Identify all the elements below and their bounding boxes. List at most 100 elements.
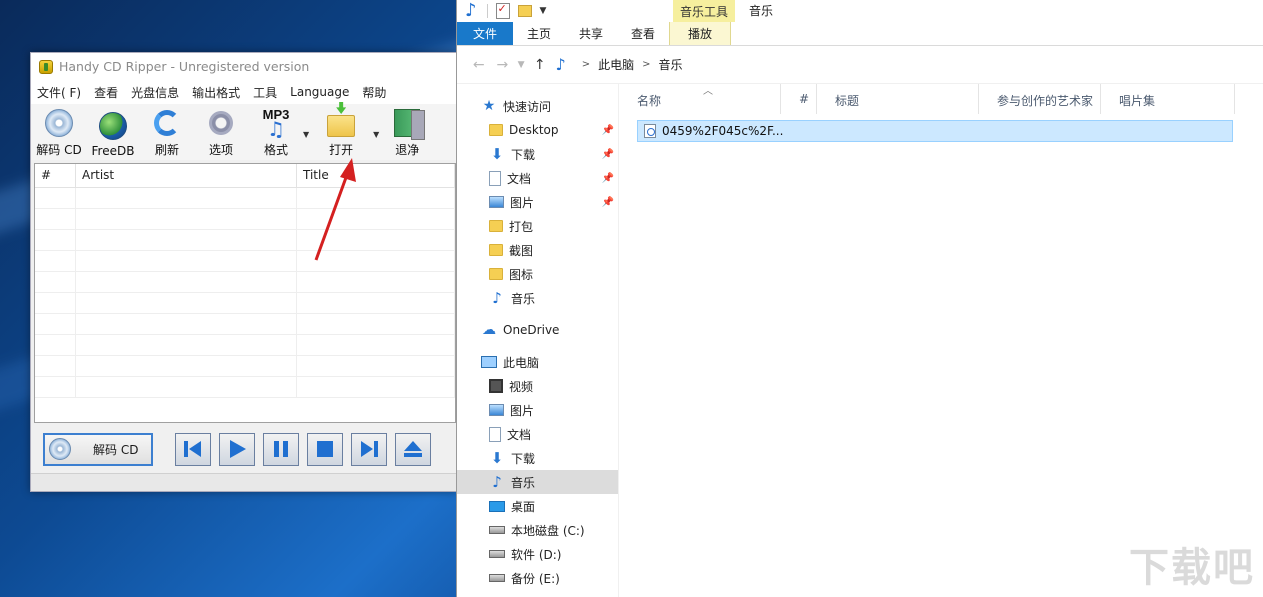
tab-view[interactable]: 查看 (617, 22, 669, 45)
dropdown-arrow-icon[interactable]: ▼ (514, 60, 528, 70)
table-row[interactable] (35, 335, 455, 356)
chevron-right-icon[interactable]: > (582, 59, 590, 70)
chevron-right-icon[interactable]: > (642, 59, 650, 70)
nav-quick-access[interactable]: ★ 快速访问 (457, 94, 618, 118)
nav-this-pc[interactable]: 此电脑 (457, 350, 618, 374)
file-item[interactable]: 0459%2F045c%2F... (637, 120, 1233, 142)
next-track-button[interactable] (351, 432, 387, 466)
table-row[interactable] (35, 314, 455, 335)
column-album[interactable]: 唱片集 (1101, 84, 1235, 114)
navigation-pane: ★ 快速访问 Desktop 📌 ⬇ 下载 📌 文档 📌 图片 📌 打包 截图 图标 ♪ 音乐 ☁ One… (457, 84, 619, 597)
column-title[interactable]: Title (297, 164, 455, 187)
properties-icon[interactable] (495, 2, 510, 19)
nav-item[interactable]: 打包 (457, 214, 618, 238)
pause-button[interactable] (263, 432, 299, 466)
eject-button[interactable] (395, 432, 431, 466)
play-button[interactable] (219, 432, 255, 466)
nav-item[interactable]: 图片 📌 (457, 190, 618, 214)
tab-share[interactable]: 共享 (565, 22, 617, 45)
column-artist[interactable]: Artist (76, 164, 297, 187)
format-button[interactable]: MP3 ♫ 格式 (249, 106, 303, 158)
stop-button[interactable] (307, 432, 343, 466)
menu-disc-info[interactable]: 光盘信息 (131, 84, 179, 101)
nav-label: 截图 (509, 243, 534, 258)
column-track-number[interactable]: # (781, 84, 817, 114)
menu-output-format[interactable]: 输出格式 (192, 84, 240, 101)
nav-item[interactable]: 桌面 (457, 494, 618, 518)
column-number[interactable]: # (35, 164, 76, 187)
up-arrow-icon[interactable]: ↑ (528, 57, 552, 73)
nav-item[interactable]: ⬇ 下载 (457, 446, 618, 470)
open-label: 打开 (329, 143, 354, 157)
table-row[interactable] (35, 272, 455, 293)
pin-icon: 📌 (601, 148, 614, 160)
picture-icon (489, 404, 504, 416)
forward-arrow-icon[interactable]: → (491, 57, 515, 73)
nav-item[interactable]: 图标 (457, 262, 618, 286)
column-title[interactable]: 标题 (817, 84, 979, 114)
nav-item[interactable]: 本地磁盘 (C:) (457, 518, 618, 542)
nav-onedrive[interactable]: ☁ OneDrive (457, 318, 618, 342)
nav-item[interactable]: 文档 (457, 422, 618, 446)
cell (297, 251, 455, 271)
music-tools-group: 音乐工具 (673, 0, 735, 22)
open-button[interactable]: 打开 (309, 106, 373, 158)
nav-item[interactable]: ⬇ 下载 📌 (457, 142, 618, 166)
explorer-titlebar[interactable]: ♪ ▼ 音乐工具 音乐 (457, 0, 1263, 22)
menu-view[interactable]: 查看 (94, 84, 118, 101)
nav-item[interactable]: 软件 (D:) (457, 542, 618, 566)
status-bar (31, 473, 456, 491)
table-row[interactable] (35, 188, 455, 209)
tab-file[interactable]: 文件 (457, 22, 513, 45)
nav-item[interactable]: 截图 (457, 238, 618, 262)
previous-track-button[interactable] (175, 432, 211, 466)
address-bar[interactable]: ♪ > 此电脑 > 音乐 (555, 53, 1263, 77)
table-row[interactable] (35, 209, 455, 230)
table-row[interactable] (35, 230, 455, 251)
hcd-titlebar[interactable]: Handy CD Ripper - Unregistered version (31, 53, 456, 80)
nav-item[interactable]: ♪ 音乐 (457, 286, 618, 310)
cell (76, 188, 297, 208)
menu-file[interactable]: 文件( F) (37, 84, 81, 101)
nav-label: 图标 (509, 267, 534, 282)
refresh-button[interactable]: 刷新 (141, 106, 193, 158)
refresh-label: 刷新 (154, 143, 179, 157)
picture-icon (489, 196, 504, 208)
nav-label: OneDrive (503, 323, 560, 337)
table-row[interactable] (35, 251, 455, 272)
tab-home[interactable]: 主页 (513, 22, 565, 45)
nav-item[interactable]: 图片 (457, 398, 618, 422)
menu-help[interactable]: 帮助 (362, 84, 386, 101)
nav-item[interactable]: 备份 (E:) (457, 566, 618, 590)
customize-dropdown-icon[interactable]: ▼ (540, 6, 547, 16)
exit-button[interactable]: 退净 (379, 106, 435, 158)
format-label: 格式 (263, 143, 288, 157)
refresh-icon (154, 110, 180, 136)
nav-item[interactable]: Desktop 📌 (457, 118, 618, 142)
column-name[interactable]: 名称 (619, 84, 781, 114)
cell (297, 377, 455, 397)
nav-item[interactable]: 视频 (457, 374, 618, 398)
menu-language[interactable]: Language (290, 85, 349, 99)
cell (297, 356, 455, 376)
table-row[interactable] (35, 293, 455, 314)
nav-item[interactable]: 文档 📌 (457, 166, 618, 190)
track-list[interactable]: # Artist Title (34, 163, 456, 423)
options-button[interactable]: 选项 (193, 106, 249, 158)
rip-cd-button[interactable]: 解码 CD (33, 106, 85, 158)
column-contributing-artists[interactable]: 参与创作的艺术家 (979, 84, 1101, 114)
tab-play[interactable]: 播放 (669, 22, 732, 45)
breadcrumb-music[interactable]: 音乐 (659, 56, 683, 73)
table-row[interactable] (35, 356, 455, 377)
nav-label: 图片 (510, 195, 535, 210)
back-arrow-icon[interactable]: ← (467, 57, 491, 73)
freedb-button[interactable]: FreeDB (85, 106, 141, 158)
cd-icon (45, 109, 73, 137)
breadcrumb-this-pc[interactable]: 此电脑 (598, 56, 634, 73)
nav-item[interactable]: ♪ 音乐 (457, 470, 618, 494)
new-folder-icon[interactable] (517, 5, 532, 17)
nav-label: 备份 (E:) (511, 571, 560, 586)
rip-cd-big-button[interactable]: 解码 CD (43, 432, 153, 466)
table-row[interactable] (35, 377, 455, 398)
menu-tools[interactable]: 工具 (253, 84, 277, 101)
